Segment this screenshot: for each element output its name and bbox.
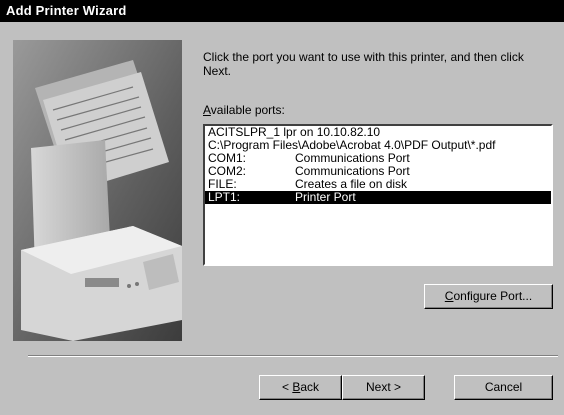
back-prefix: < (281, 380, 293, 394)
cancel-button[interactable]: Cancel (454, 375, 553, 400)
port-description: Printer Port (295, 190, 356, 204)
available-ports-label: Available ports: (203, 103, 285, 117)
back-label: ack (300, 380, 320, 394)
port-description: Communications Port (295, 164, 410, 178)
port-item-selected[interactable]: LPT1: Printer Port (205, 191, 551, 204)
next-label: Next > (365, 380, 401, 394)
ports-listbox[interactable]: ACITSLPR_1 lpr on 10.10.82.10 C:\Program… (203, 124, 553, 266)
ports-label-accel: A (203, 103, 211, 117)
port-name: ACITSLPR_1 lpr on 10.10.82.10 (208, 125, 381, 139)
configure-port-button[interactable]: Configure Port... (424, 284, 553, 309)
printer-illustration-icon (13, 40, 182, 341)
ports-label-rest: vailable ports: (210, 103, 285, 117)
configure-label: onfigure Port... (453, 289, 533, 303)
port-description: Creates a file on disk (295, 177, 408, 191)
port-description: Communications Port (295, 151, 410, 165)
cancel-label: Cancel (484, 380, 523, 394)
port-item[interactable]: FILE: Creates a file on disk (205, 178, 551, 191)
separator-line (28, 355, 558, 357)
next-button[interactable]: Next > (342, 375, 425, 400)
title-bar[interactable]: Add Printer Wizard (0, 0, 564, 22)
instruction-text: Click the port you want to use with this… (203, 50, 524, 78)
port-name: LPT1: (208, 190, 241, 204)
back-button[interactable]: < Back (259, 375, 342, 400)
port-name: C:\Program Files\Adobe\Acrobat 4.0\PDF O… (208, 138, 496, 152)
wizard-printer-illustration (13, 40, 182, 341)
window-title: Add Printer Wizard (6, 3, 127, 18)
